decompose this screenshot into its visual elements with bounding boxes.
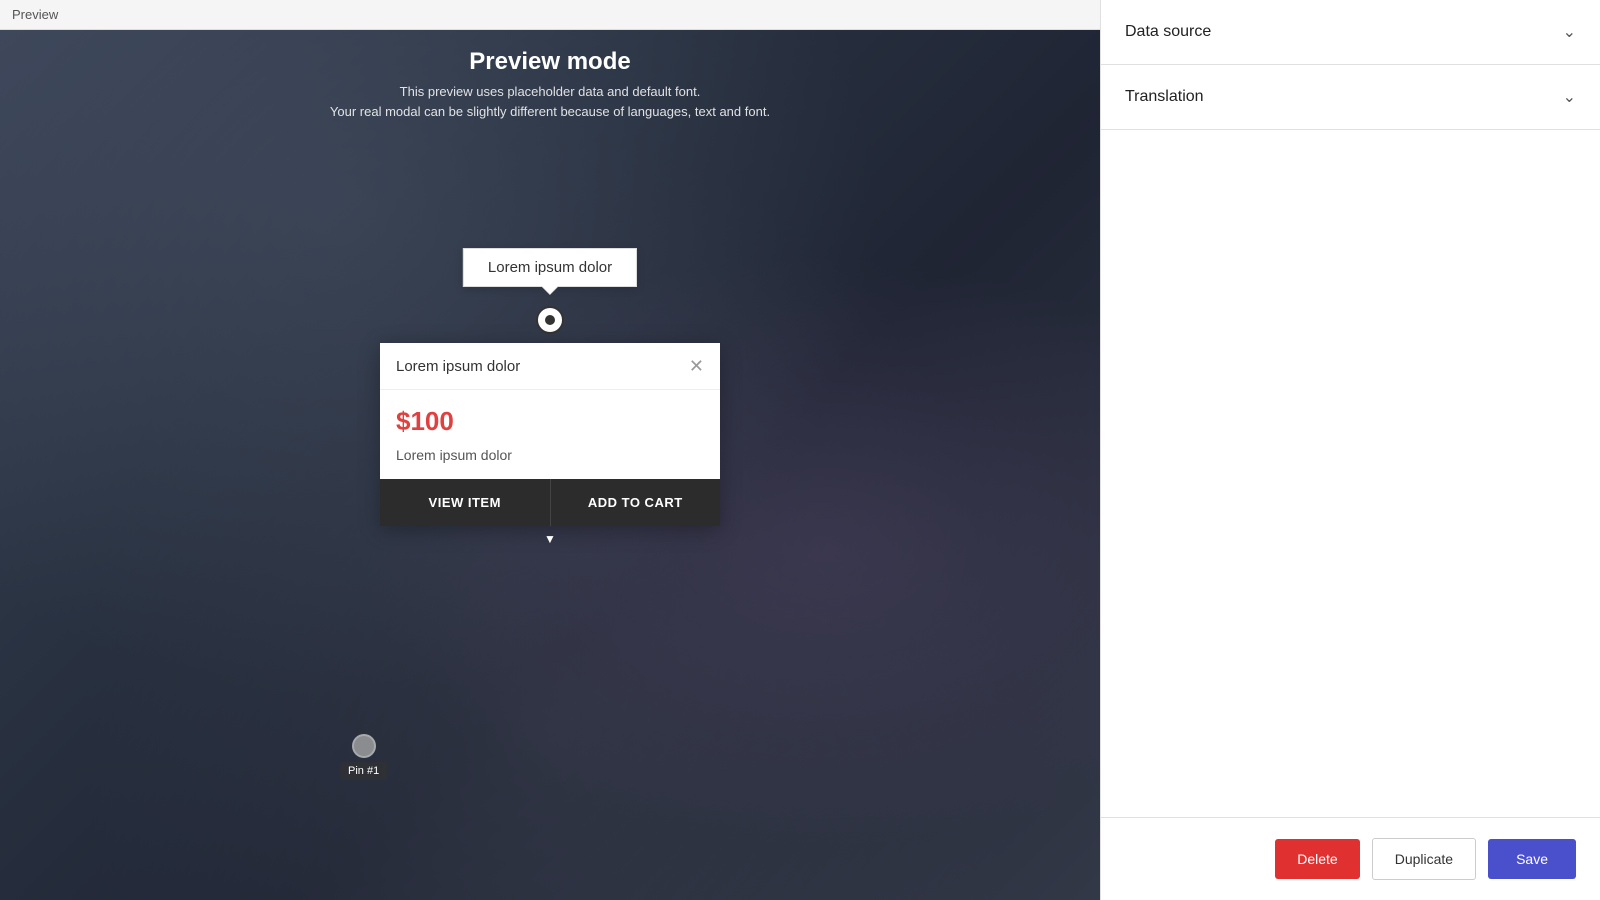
view-item-button[interactable]: VIEW ITEM: [380, 479, 551, 526]
add-to-cart-button[interactable]: ADD TO CART: [551, 479, 721, 526]
modal-title: Lorem ipsum dolor: [396, 358, 520, 375]
pin-dot-inner: [545, 315, 555, 325]
preview-area: Preview Preview mode This preview uses p…: [0, 0, 1100, 900]
preview-mode-line2: Your real modal can be slightly differen…: [0, 102, 1100, 122]
data-source-title: Data source: [1125, 23, 1211, 41]
modal-description: Lorem ipsum dolor: [396, 447, 704, 463]
delete-button[interactable]: Delete: [1275, 839, 1359, 879]
expand-arrow-icon: ▼: [544, 532, 556, 546]
secondary-pin-dot: [352, 734, 376, 758]
modal-price: $100: [396, 406, 704, 437]
translation-chevron-icon: ⌄: [1563, 87, 1576, 107]
duplicate-button[interactable]: Duplicate: [1372, 838, 1476, 880]
modal-footer: VIEW ITEM ADD TO CART: [380, 479, 720, 526]
save-button[interactable]: Save: [1488, 839, 1576, 879]
tooltip-bubble: Lorem ipsum dolor: [463, 248, 637, 287]
translation-title: Translation: [1125, 88, 1204, 106]
modal-popup: Lorem ipsum dolor ✕ $100 Lorem ipsum dol…: [380, 343, 720, 526]
right-sidebar: Data source ⌄ Translation ⌄ Delete Dupli…: [1100, 0, 1600, 900]
sidebar-spacer: [1101, 130, 1600, 817]
data-source-header[interactable]: Data source ⌄: [1101, 0, 1600, 64]
secondary-pin-label: Pin #1: [340, 762, 387, 780]
preview-mode-line1: This preview uses placeholder data and d…: [0, 82, 1100, 102]
preview-topbar: Preview: [0, 0, 1100, 30]
preview-mode-header: Preview mode This preview uses placehold…: [0, 30, 1100, 133]
translation-header[interactable]: Translation ⌄: [1101, 65, 1600, 129]
preview-canvas: Preview mode This preview uses placehold…: [0, 30, 1100, 900]
modal-body: $100 Lorem ipsum dolor: [380, 390, 720, 479]
translation-section: Translation ⌄: [1101, 65, 1600, 130]
secondary-pin[interactable]: Pin #1: [340, 734, 387, 780]
modal-header: Lorem ipsum dolor ✕: [380, 343, 720, 390]
pin-dot[interactable]: [536, 306, 564, 334]
preview-mode-title: Preview mode: [0, 48, 1100, 76]
sidebar-footer: Delete Duplicate Save: [1101, 817, 1600, 900]
data-source-chevron-icon: ⌄: [1563, 22, 1576, 42]
data-source-section: Data source ⌄: [1101, 0, 1600, 65]
preview-topbar-label: Preview: [12, 7, 58, 22]
tooltip-text: Lorem ipsum dolor: [488, 259, 612, 276]
modal-close-icon[interactable]: ✕: [689, 357, 704, 375]
